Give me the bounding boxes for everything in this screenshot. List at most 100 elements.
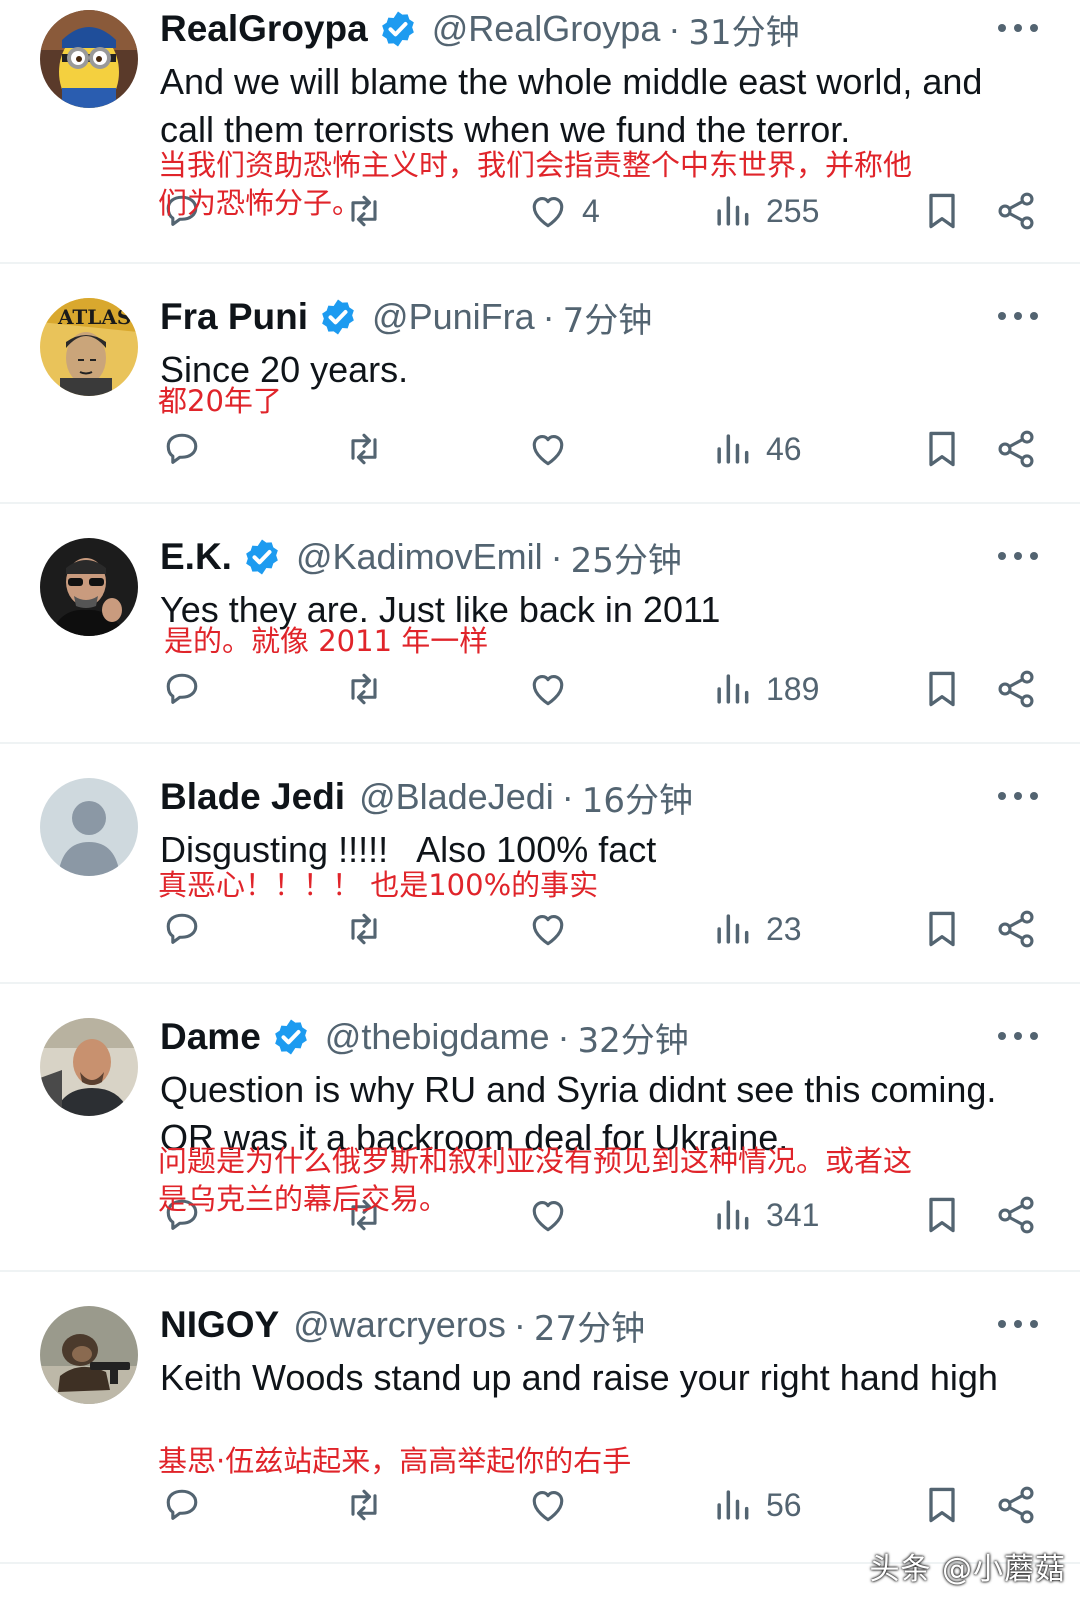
reply-button[interactable] — [160, 664, 204, 714]
user-handle[interactable]: @PuniFra — [372, 296, 535, 338]
retweet-button[interactable] — [342, 664, 386, 714]
reply-translation: 基思·伍兹站起来，高高举起你的右手 — [158, 1444, 632, 1478]
reply-header: E.K. @KadimovEmil · 25分钟 — [160, 532, 682, 582]
more-icon[interactable] — [998, 790, 1038, 802]
like-button[interactable] — [526, 904, 582, 954]
reply-item[interactable]: Dame @thebigdame · 32分钟 Question is why … — [0, 1012, 1080, 1268]
display-name[interactable]: RealGroypa — [160, 8, 368, 50]
reply-translation: 是的。就像 2011 年一样 — [164, 624, 489, 658]
view-count: 189 — [766, 670, 820, 707]
share-button[interactable] — [994, 664, 1038, 714]
share-icon — [998, 670, 1034, 708]
bald-man-avatar[interactable] — [40, 1018, 138, 1116]
display-name[interactable]: Dame — [160, 1016, 261, 1058]
view-count: 56 — [766, 1486, 802, 1523]
like-button[interactable] — [526, 664, 582, 714]
bookmark-button[interactable] — [920, 424, 964, 474]
monkey-avatar[interactable] — [40, 1306, 138, 1404]
share-button[interactable] — [994, 424, 1038, 474]
reply-header: Blade Jedi @BladeJedi · 16分钟 — [160, 772, 693, 822]
reply-icon — [166, 1489, 198, 1520]
bookmark-button[interactable] — [920, 904, 964, 954]
reply-feed: RealGroypa @RealGroypa · 31分钟 And we wil… — [0, 0, 1080, 1616]
retweet-icon — [351, 433, 377, 465]
reply-translation: 问题是为什么俄罗斯和叙利亚没有预见到这种情况。或者这是乌克兰的幕后交易。 — [158, 1144, 913, 1216]
separator-dot: · — [542, 296, 555, 337]
reply-item[interactable]: ATLAS Fra Puni @PuniFra · 7分钟 Since 20 y… — [0, 292, 1080, 500]
like-button[interactable] — [526, 424, 582, 474]
views-icon — [717, 914, 749, 944]
share-button[interactable] — [994, 1190, 1038, 1240]
divider — [0, 262, 1080, 264]
heart-icon — [532, 1490, 564, 1522]
bookmark-icon — [929, 1197, 955, 1233]
more-icon[interactable] — [998, 1318, 1038, 1330]
display-name[interactable]: Fra Puni — [160, 296, 308, 338]
retweet-icon — [351, 913, 377, 945]
user-handle[interactable]: @KadimovEmil — [296, 536, 543, 578]
reply-header: Dame @thebigdame · 32分钟 — [160, 1012, 689, 1062]
views-button[interactable]: 23 — [710, 904, 802, 954]
display-name[interactable]: E.K. — [160, 536, 232, 578]
views-button[interactable]: 189 — [710, 664, 819, 714]
share-icon — [998, 910, 1034, 948]
divider — [0, 982, 1080, 984]
user-handle[interactable]: @RealGroypa — [432, 8, 661, 50]
timestamp[interactable]: 31分钟 — [688, 5, 799, 54]
retweet-button[interactable] — [342, 1480, 386, 1530]
atlas-poster-avatar[interactable]: ATLAS — [40, 298, 138, 396]
share-icon — [998, 1196, 1034, 1234]
reply-translation: 都20年了 — [158, 384, 282, 418]
reply-item[interactable]: RealGroypa @RealGroypa · 31分钟 And we wil… — [0, 4, 1080, 260]
more-icon[interactable] — [998, 310, 1038, 322]
heart-icon — [532, 674, 564, 706]
retweet-button[interactable] — [342, 904, 386, 954]
views-icon — [717, 1490, 749, 1520]
reply-header: RealGroypa @RealGroypa · 31分钟 — [160, 4, 800, 54]
user-handle[interactable]: @warcryeros — [293, 1304, 506, 1346]
share-icon — [998, 192, 1034, 230]
reply-button[interactable] — [160, 424, 204, 474]
share-button[interactable] — [994, 904, 1038, 954]
reply-button[interactable] — [160, 904, 204, 954]
timestamp[interactable]: 16分钟 — [582, 773, 693, 822]
share-button[interactable] — [994, 1480, 1038, 1530]
bookmark-icon — [929, 431, 955, 467]
timestamp[interactable]: 25分钟 — [571, 533, 682, 582]
sunglasses-man-avatar[interactable] — [40, 538, 138, 636]
timestamp[interactable]: 7分钟 — [563, 293, 653, 342]
view-count: 46 — [766, 430, 802, 467]
share-icon — [998, 430, 1034, 468]
more-icon[interactable] — [998, 550, 1038, 562]
reply-icon — [166, 673, 198, 704]
bookmark-icon — [929, 1487, 955, 1523]
more-icon[interactable] — [998, 22, 1038, 34]
user-handle[interactable]: @thebigdame — [325, 1016, 550, 1058]
default-avatar[interactable] — [40, 778, 138, 876]
views-button[interactable]: 46 — [710, 424, 802, 474]
bookmark-button[interactable] — [920, 1190, 964, 1240]
views-button[interactable]: 56 — [710, 1480, 802, 1530]
share-button[interactable] — [994, 186, 1038, 236]
reply-item[interactable]: E.K. @KadimovEmil · 25分钟 Yes they are. J… — [0, 532, 1080, 740]
more-icon[interactable] — [998, 1030, 1038, 1042]
display-name[interactable]: NIGOY — [160, 1304, 279, 1346]
display-name[interactable]: Blade Jedi — [160, 776, 345, 818]
retweet-button[interactable] — [342, 424, 386, 474]
bookmark-button[interactable] — [920, 1480, 964, 1530]
separator-dot: · — [668, 8, 681, 49]
like-button[interactable] — [526, 1480, 582, 1530]
timestamp[interactable]: 32分钟 — [577, 1013, 688, 1062]
views-icon — [717, 434, 749, 464]
timestamp[interactable]: 27分钟 — [534, 1301, 645, 1350]
minion-avatar[interactable] — [40, 10, 138, 108]
reply-item[interactable]: Blade Jedi @BladeJedi · 16分钟 Disgusting … — [0, 772, 1080, 980]
user-handle[interactable]: @BladeJedi — [359, 776, 554, 818]
bookmark-icon — [929, 671, 955, 707]
bookmark-button[interactable] — [920, 664, 964, 714]
bookmark-button[interactable] — [920, 186, 964, 236]
reply-translation: 真恶心！！！！ 也是100%的事实 — [158, 868, 599, 902]
reply-button[interactable] — [160, 1480, 204, 1530]
reply-item[interactable]: NIGOY @warcryeros · 27分钟 Keith Woods sta… — [0, 1300, 1080, 1560]
separator-dot: · — [557, 1016, 570, 1057]
